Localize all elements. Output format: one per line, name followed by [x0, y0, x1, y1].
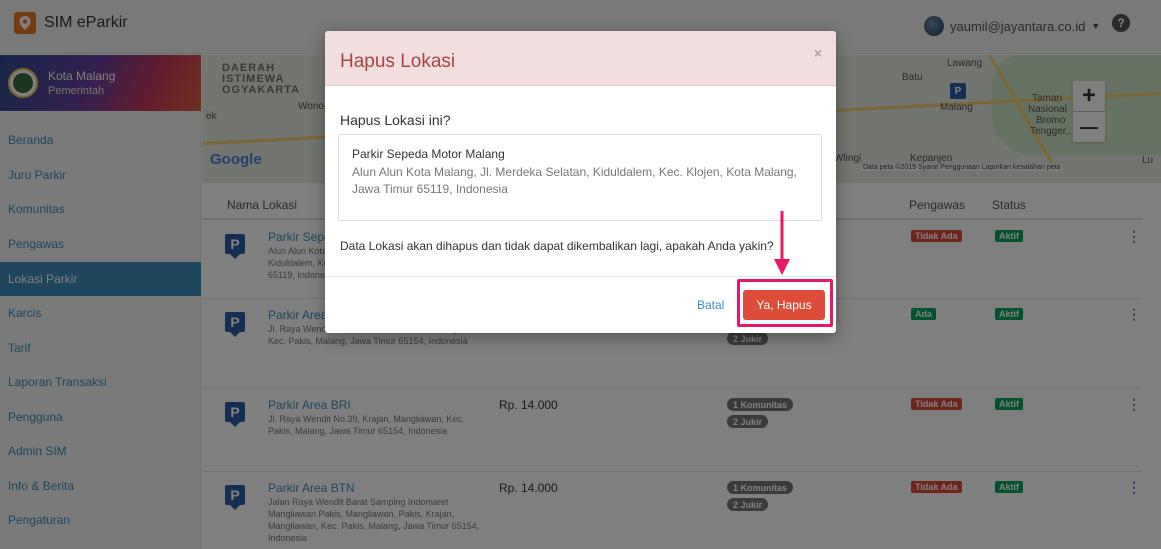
close-icon[interactable]: × [814, 45, 822, 61]
delete-question: Hapus Lokasi ini? [340, 112, 451, 128]
annotation-highlight-box [737, 279, 833, 327]
annotation-arrow-icon [774, 211, 790, 275]
modal-header: Hapus Lokasi × [325, 31, 836, 86]
location-detail-address: Alun Alun Kota Malang, Jl. Merdeka Selat… [352, 165, 797, 196]
delete-warning: Data Lokasi akan dihapus dan tidak dapat… [340, 239, 774, 253]
location-detail-box: Parkir Sepeda Motor Malang Alun Alun Kot… [338, 134, 822, 221]
location-detail-name: Parkir Sepeda Motor Malang [352, 147, 505, 161]
cancel-button[interactable]: Batal [697, 298, 724, 312]
app-root: SIM eParkir yaumil@jayantara.co.id ▼ ? K… [0, 0, 1161, 549]
modal-title: Hapus Lokasi [340, 51, 456, 72]
